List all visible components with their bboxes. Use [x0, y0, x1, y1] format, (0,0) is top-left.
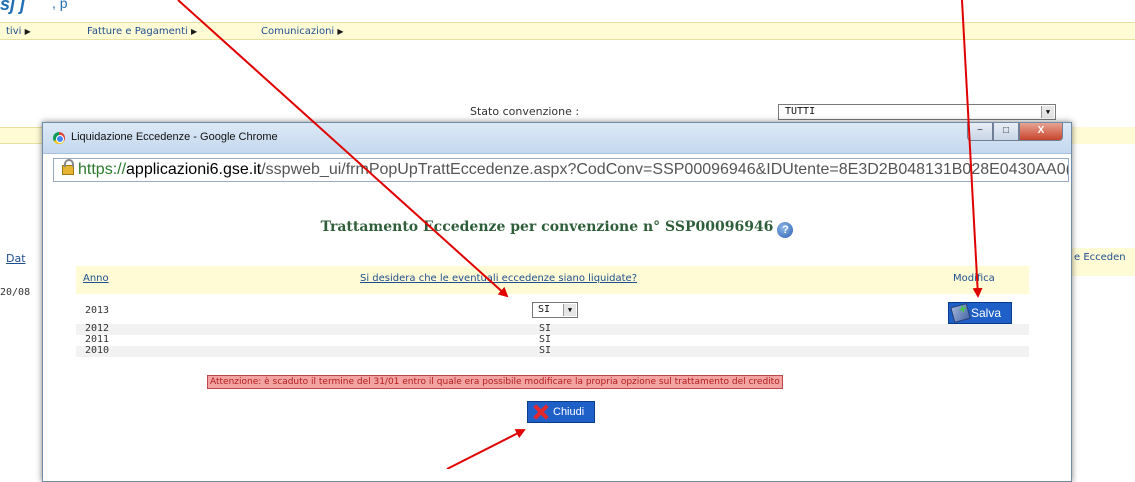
menu-item-label: Comunicazioni — [261, 26, 335, 37]
close-x-icon — [532, 404, 550, 420]
url-scheme: https:// — [78, 161, 127, 178]
triangle-right-icon: ▶ — [337, 27, 344, 36]
header-title-fragment: sj j — [0, 0, 26, 14]
chrome-icon — [53, 132, 65, 144]
table-header: Anno Si desidera che le eventuali eccede… — [76, 266, 1029, 294]
chevron-down-icon[interactable]: ▼ — [563, 304, 576, 316]
background-menu-bar: tivi ▶ Fatture e Pagamenti ▶ Comunicazio… — [0, 22, 1135, 40]
address-bar[interactable]: https://applicazioni6.gse.it/sspweb_ui/f… — [53, 158, 1069, 182]
background-dat-link[interactable]: Dat — [6, 252, 26, 265]
row-year: 2012 — [85, 323, 110, 334]
help-icon[interactable]: ? — [777, 222, 794, 238]
row-year: 2013 — [85, 305, 110, 316]
save-floppy-icon — [950, 303, 971, 323]
row-value: SI — [539, 345, 552, 356]
background-date-fragment: 20/08 — [0, 287, 31, 298]
row-value: SI — [539, 334, 552, 345]
chiudi-button-label: Chiudi — [553, 406, 585, 418]
page-title: Trattamento Eccedenze per convenzione n°… — [43, 219, 1071, 238]
save-button-label: Salva — [971, 306, 1002, 320]
save-button[interactable]: Salva — [948, 302, 1012, 324]
url-path: /sspweb_ui/frmPopUpTrattEccedenze.aspx?C… — [261, 161, 1069, 178]
liquidate-select-value: SI — [538, 304, 551, 315]
deadline-warning: Attenzione: è scaduto il termine del 31/… — [207, 375, 783, 389]
triangle-right-icon: ▶ — [191, 27, 198, 36]
column-header-anno[interactable]: Anno — [83, 273, 109, 284]
liquidate-select[interactable]: SI ▼ — [532, 302, 578, 318]
minimize-button[interactable]: − — [967, 123, 993, 141]
column-header-question[interactable]: Si desidera che le eventuali eccedenze s… — [360, 273, 637, 284]
background-header: sj j , p — [0, 0, 1135, 22]
row-year: 2011 — [85, 334, 110, 345]
row-year: 2010 — [85, 345, 110, 356]
triangle-right-icon: ▶ — [24, 27, 31, 36]
page-title-text: Trattamento Eccedenze per convenzione n°… — [320, 219, 774, 235]
menu-item-label: Fatture e Pagamenti — [87, 26, 188, 37]
chevron-down-icon[interactable]: ▼ — [1041, 106, 1054, 118]
background-row-strip-right — [1070, 127, 1135, 144]
row-value: SI — [539, 323, 552, 334]
background-eccedenze-header[interactable]: e Ecceden — [1074, 252, 1126, 263]
window-title: Liquidazione Eccedenze - Google Chrome — [71, 131, 278, 143]
url-host: applicazioni6.gse.it — [126, 161, 262, 178]
menu-item-label: tivi — [6, 26, 22, 37]
window-titlebar[interactable]: Liquidazione Eccedenze - Google Chrome −… — [43, 123, 1071, 154]
menu-item-comunicazioni[interactable]: Comunicazioni ▶ — [261, 26, 344, 37]
table-row: 2013 SI ▼ Salva — [76, 300, 1029, 324]
lock-icon — [62, 159, 74, 175]
menu-item-attivi[interactable]: tivi ▶ — [6, 26, 31, 37]
column-header-modifica: Modifica — [953, 273, 995, 284]
table-row: 2010 SI — [76, 345, 1029, 357]
table-row: 2012 SI — [76, 323, 1029, 335]
stato-convenzione-select[interactable]: TUTTI ▼ — [778, 104, 1056, 120]
window-close-button[interactable]: X — [1019, 123, 1063, 141]
table-row: 2011 SI — [76, 334, 1029, 346]
stato-convenzione-value: TUTTI — [785, 106, 816, 117]
stato-convenzione-label: Stato convenzione : — [470, 105, 580, 118]
popup-window: Liquidazione Eccedenze - Google Chrome −… — [42, 122, 1072, 482]
window-controls: − □ X — [967, 123, 1063, 143]
menu-item-fatture[interactable]: Fatture e Pagamenti ▶ — [87, 26, 197, 37]
header-text-fragment: , p — [52, 0, 68, 11]
chiudi-button[interactable]: Chiudi — [527, 401, 595, 423]
maximize-button[interactable]: □ — [993, 123, 1019, 141]
